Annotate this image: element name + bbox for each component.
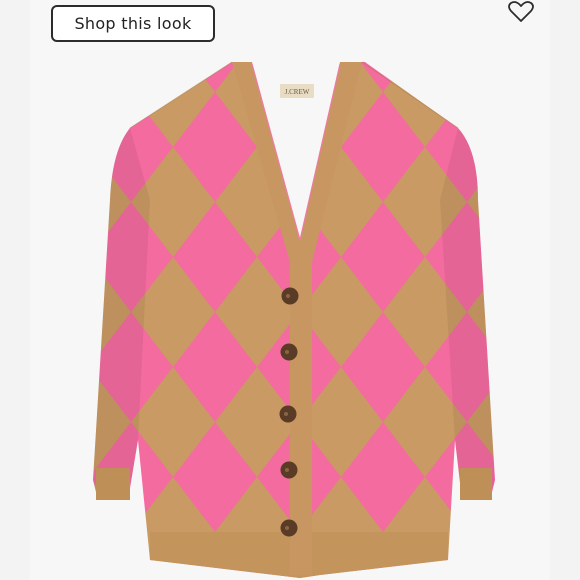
svg-text:J.CREW: J.CREW xyxy=(285,88,310,96)
listing-photo: J.CREW Shop this look xyxy=(0,0,580,580)
left-cuff xyxy=(96,468,130,500)
argyle-cardigan-image: J.CREW xyxy=(93,61,495,578)
shop-this-look-button[interactable]: Shop this look xyxy=(51,5,215,42)
right-cuff xyxy=(460,468,492,500)
heart-outline-icon[interactable] xyxy=(506,0,536,24)
